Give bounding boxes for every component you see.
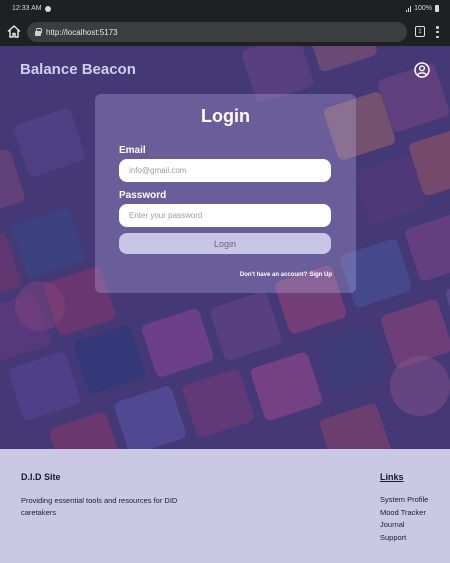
password-input[interactable] bbox=[119, 204, 331, 227]
login-card: Login Email Password Login Don't have an… bbox=[95, 94, 356, 293]
footer-links-title: Links bbox=[380, 472, 404, 482]
email-input[interactable] bbox=[119, 159, 331, 182]
password-label: Password bbox=[119, 190, 167, 201]
footer-description: Providing essential tools and resources … bbox=[21, 496, 178, 517]
tabs-icon[interactable]: 1 bbox=[415, 26, 425, 37]
login-button[interactable]: Login bbox=[119, 233, 331, 254]
tab-count: 1 bbox=[418, 28, 422, 35]
address-bar[interactable]: http://localhost:5173 bbox=[27, 22, 407, 42]
signal-icon bbox=[406, 5, 412, 12]
home-icon[interactable] bbox=[7, 25, 21, 38]
no-account-text: Don't have an account? bbox=[239, 272, 308, 278]
more-vert-icon[interactable] bbox=[436, 26, 439, 38]
user-profile-icon[interactable] bbox=[414, 62, 430, 78]
footer-link-mood-tracker[interactable]: Mood Tracker bbox=[380, 507, 428, 520]
url-text: http://localhost:5173 bbox=[46, 27, 118, 37]
status-time: 12:33 AM bbox=[12, 5, 42, 12]
signup-link[interactable]: Sign Up bbox=[309, 272, 332, 278]
footer-links-list: System Profile Mood Tracker Journal Supp… bbox=[380, 494, 428, 544]
hero-section: Balance Beacon Login Email Password Logi… bbox=[0, 46, 450, 449]
signup-prompt: Don't have an account? Sign Up bbox=[240, 272, 332, 278]
footer-site-title: D.I.D Site bbox=[21, 472, 61, 482]
footer-link-support[interactable]: Support bbox=[380, 532, 428, 545]
footer: D.I.D Site Providing essential tools and… bbox=[0, 449, 450, 563]
battery-icon bbox=[435, 5, 439, 12]
email-label: Email bbox=[119, 145, 146, 156]
brand-logo-text[interactable]: Balance Beacon bbox=[20, 61, 136, 78]
login-title: Login bbox=[201, 106, 250, 126]
notification-dot-icon bbox=[44, 5, 51, 12]
battery-percent: 100% bbox=[414, 5, 432, 12]
footer-link-system-profile[interactable]: System Profile bbox=[380, 494, 428, 507]
lock-icon bbox=[35, 28, 42, 36]
footer-link-journal[interactable]: Journal bbox=[380, 519, 428, 532]
status-bar: 12:33 AM 100% bbox=[0, 0, 450, 17]
browser-toolbar: http://localhost:5173 1 bbox=[0, 17, 450, 46]
